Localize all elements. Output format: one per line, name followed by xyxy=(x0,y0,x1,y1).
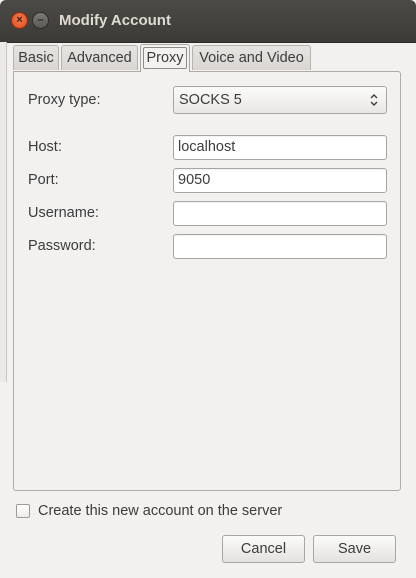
proxy-settings-panel: Proxy type: SOCKS 5 Host: localhost Port… xyxy=(13,71,401,491)
tab-proxy-label: Proxy xyxy=(143,47,187,69)
close-icon[interactable]: × xyxy=(11,12,28,29)
tab-basic[interactable]: Basic xyxy=(13,45,59,70)
create-account-option[interactable]: Create this new account on the server xyxy=(16,502,282,520)
proxy-type-value: SOCKS 5 xyxy=(179,92,242,108)
password-label: Password: xyxy=(28,238,96,254)
password-input[interactable] xyxy=(173,234,387,259)
port-input[interactable]: 9050 xyxy=(173,168,387,193)
proxy-type-label: Proxy type: xyxy=(28,92,101,108)
create-account-checkbox[interactable] xyxy=(16,504,30,518)
tab-advanced[interactable]: Advanced xyxy=(61,45,138,70)
cancel-button[interactable]: Cancel xyxy=(222,535,305,563)
create-account-label: Create this new account on the server xyxy=(38,503,283,519)
updown-arrows-icon xyxy=(370,94,378,106)
username-label: Username: xyxy=(28,205,99,221)
modify-account-dialog: × – Modify Account Basic Advanced Proxy … xyxy=(0,0,416,578)
host-input[interactable]: localhost xyxy=(173,135,387,160)
title-bar[interactable]: × – Modify Account xyxy=(0,0,416,43)
tab-basic-label: Basic xyxy=(18,50,54,66)
tab-voice-and-video[interactable]: Voice and Video xyxy=(192,45,311,70)
save-button[interactable]: Save xyxy=(313,535,396,563)
minimize-icon[interactable]: – xyxy=(32,12,49,29)
window-title: Modify Account xyxy=(59,12,171,29)
username-input[interactable] xyxy=(173,201,387,226)
tab-advanced-label: Advanced xyxy=(67,50,132,66)
tab-proxy[interactable]: Proxy xyxy=(140,44,190,72)
port-label: Port: xyxy=(28,172,59,188)
background-window-edge xyxy=(0,42,7,382)
proxy-type-select[interactable]: SOCKS 5 xyxy=(173,86,387,114)
tab-voice-and-video-label: Voice and Video xyxy=(199,50,304,66)
host-label: Host: xyxy=(28,139,62,155)
